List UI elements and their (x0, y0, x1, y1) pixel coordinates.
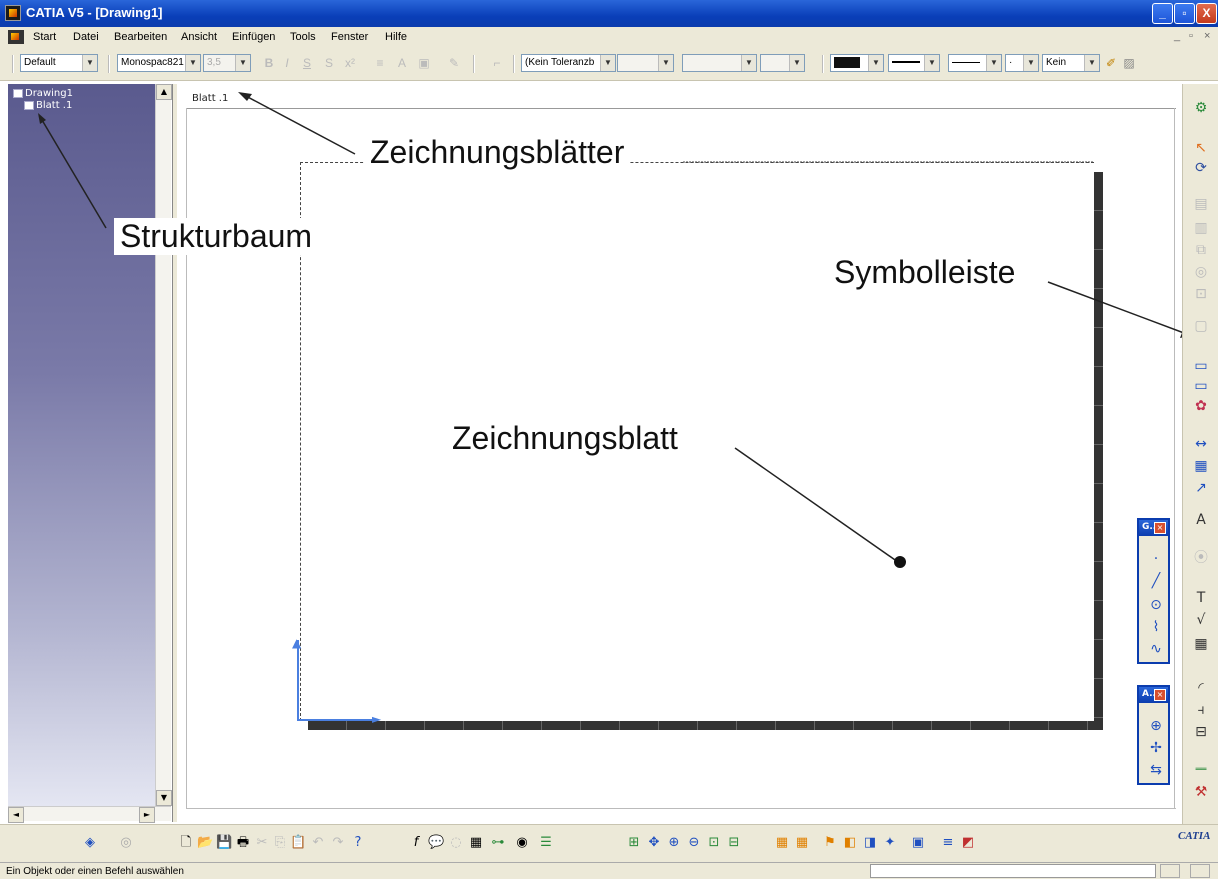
datum-icon[interactable]: ↗ (1191, 478, 1211, 498)
zoom-area-icon[interactable]: ⊡ (706, 835, 722, 851)
generate-icon[interactable]: ✦ (882, 835, 898, 851)
knowledge-icon[interactable]: ◌ (448, 835, 464, 851)
new-file-icon[interactable]: 🗋 (178, 835, 194, 851)
profile-icon[interactable]: ⌇ (1147, 618, 1165, 636)
redo-icon[interactable]: ↷ (330, 835, 346, 851)
analysis-icon[interactable]: ══ (1191, 760, 1211, 780)
print-icon[interactable]: 🖶 (235, 835, 251, 851)
status-bar: Ein Objekt oder einen Befehl auswählen (0, 862, 1218, 879)
list-icon[interactable]: ☰ (538, 835, 554, 851)
cut-in-view-icon[interactable]: ◨ (862, 835, 878, 851)
text-icon[interactable]: T (1191, 588, 1211, 608)
instantiate-icon[interactable]: ✿ (1191, 396, 1211, 416)
status-button[interactable] (1190, 864, 1210, 878)
filter-icon[interactable]: ◧ (842, 835, 858, 851)
point-icon[interactable]: · (1147, 550, 1165, 568)
fit-view-icon[interactable]: ⊟ (726, 835, 742, 851)
table-design-icon[interactable]: ▦ (468, 835, 484, 851)
leader-tree-line (41, 119, 107, 229)
view-detail-icon[interactable]: ◎ (1191, 262, 1211, 282)
paste-icon[interactable]: 📋 (290, 835, 306, 851)
snap-grid-icon[interactable]: ▦ (794, 835, 810, 851)
thread-icon[interactable]: ⊟ (1191, 722, 1211, 742)
close-icon[interactable]: × (1154, 522, 1166, 534)
arc-icon[interactable]: ◜ (1191, 678, 1211, 698)
bottom-toolbar: ◈ ◎ 🗋 📂 💾 🖶 ✂ ⎘ 📋 ↶ ↷ ? f 💬 ◌ ▦ ⊶ ◉ ☰ ⊞ … (0, 824, 1218, 862)
status-message: Ein Objekt oder einen Befehl auswählen (6, 866, 184, 877)
view-break-icon[interactable]: ▢ (1191, 316, 1211, 336)
close-icon[interactable]: × (1154, 689, 1166, 701)
transform-icon[interactable]: ⇆ (1147, 761, 1165, 779)
right-toolbar: ⚙ ↖ ⟳ ▤ ▥ ⧉ ◎ ⊡ ▢ ▭ ▭ ✿ ↔ ▦ ↗ A ⦿ T √ ▦ … (1182, 84, 1218, 824)
cut-icon[interactable]: ✂ (254, 835, 270, 851)
text-frame-icon[interactable]: A (1191, 510, 1211, 530)
callout-symbolleiste: Symbolleiste (828, 254, 1022, 291)
analysis-display-icon[interactable]: ⚑ (822, 835, 838, 851)
leader-sheet-dot (894, 556, 906, 568)
geometry-floating-panel: G.. × · ╱ ⊙ ⌇ ∿ (1137, 518, 1170, 664)
update-icon[interactable]: ⟳ (1191, 158, 1211, 178)
view-clipping-icon[interactable]: ⊡ (1191, 284, 1211, 304)
view-section-icon[interactable]: ⧉ (1191, 240, 1211, 260)
catalog-browser-icon[interactable]: ◩ (960, 835, 976, 851)
select-icon[interactable]: ⚙ (1191, 98, 1211, 118)
zoom-in-icon[interactable]: ⊕ (666, 835, 682, 851)
table-icon[interactable]: ▦ (1191, 634, 1211, 654)
circle-icon[interactable]: ⊙ (1147, 596, 1165, 614)
new-view-icon[interactable]: ▭ (1191, 376, 1211, 396)
dress-up-icon[interactable]: ⦿ (1191, 548, 1211, 568)
command-input[interactable] (870, 864, 1156, 878)
catalog-icon[interactable]: ◉ (514, 835, 530, 851)
spline-icon[interactable]: ∿ (1147, 640, 1165, 658)
help-icon[interactable]: ? (350, 835, 366, 851)
new-sheet-icon[interactable]: ▭ (1191, 356, 1211, 376)
callout-zeichnungsblaetter: Zeichnungsblätter (364, 134, 631, 171)
open-file-icon[interactable]: 📂 (197, 835, 213, 851)
annotation-floating-panel: A.. × ⊕ ✢ ⇆ (1137, 685, 1170, 785)
leader-toolbar-line (1047, 281, 1185, 334)
undo-icon[interactable]: ↶ (310, 835, 326, 851)
view-projection-icon[interactable]: ▥ (1191, 218, 1211, 238)
leader-sheet-line (734, 447, 899, 563)
align-icon[interactable]: ≡ (940, 835, 956, 851)
coordinate-icon[interactable]: ✢ (1147, 739, 1165, 757)
zoom-out-icon[interactable]: ⊖ (686, 835, 702, 851)
tools-icon[interactable]: ⚒ (1191, 782, 1211, 802)
view-front-icon[interactable]: ▤ (1191, 194, 1211, 214)
fit-all-icon[interactable]: ⊞ (626, 835, 642, 851)
comment-icon[interactable]: 💬 (428, 835, 444, 851)
catia-logo: CATIA (1178, 830, 1211, 842)
dimension-sync-icon[interactable]: ▣ (910, 835, 926, 851)
leader-sheets-line (243, 94, 356, 155)
roughness-icon[interactable]: √ (1191, 610, 1211, 630)
dimension-generate-icon[interactable]: ▦ (1191, 456, 1211, 476)
pointer-icon[interactable]: ↖ (1191, 138, 1211, 158)
pan-icon[interactable]: ✥ (646, 835, 662, 851)
line-icon[interactable]: ╱ (1147, 572, 1165, 590)
sketch-icon[interactable]: ◈ (82, 835, 98, 851)
callout-strukturbaum: Strukturbaum (114, 218, 319, 255)
refresh-icon[interactable]: ◎ (118, 835, 134, 851)
axis-icon[interactable]: ⫞ (1191, 700, 1211, 720)
save-icon[interactable]: 💾 (216, 835, 232, 851)
formula-icon[interactable]: f (408, 835, 424, 851)
status-button[interactable] (1160, 864, 1180, 878)
tree-view-icon[interactable]: ⊶ (490, 835, 506, 851)
dimension-icon[interactable]: ↔ (1191, 434, 1211, 454)
copy-icon[interactable]: ⎘ (272, 835, 288, 851)
grid-icon[interactable]: ▦ (774, 835, 790, 851)
center-mark-icon[interactable]: ⊕ (1147, 717, 1165, 735)
leader-sheets-arrowhead (238, 92, 252, 101)
leader-tree-arrowhead (38, 113, 46, 124)
callout-zeichnungsblatt: Zeichnungsblatt (446, 420, 684, 457)
